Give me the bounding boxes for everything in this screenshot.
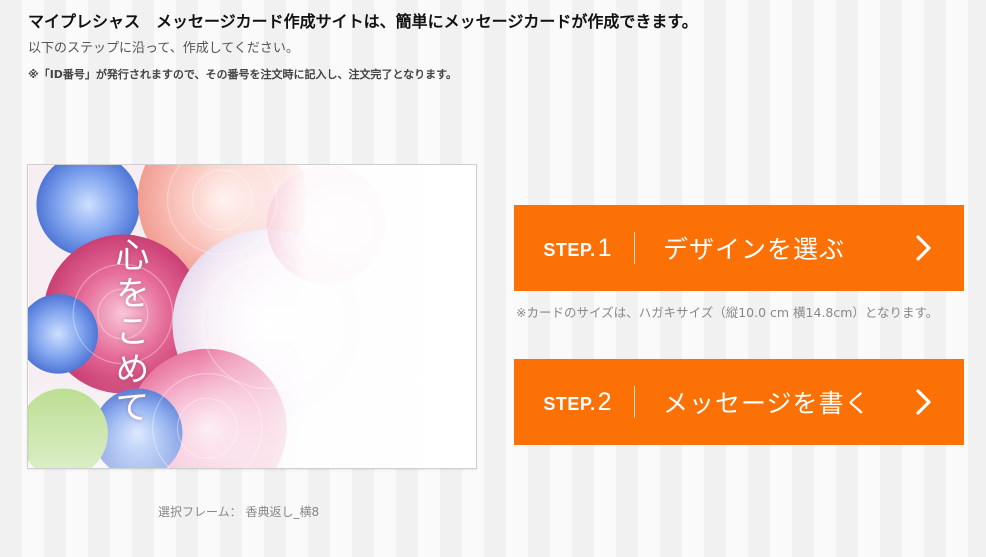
step-number: STEP.2: [514, 388, 634, 417]
page-headline: マイプレシャス メッセージカード作成サイトは、簡単にメッセージカードが作成できま…: [28, 12, 698, 31]
page-subline: 以下のステップに沿って、作成してください。: [28, 41, 299, 56]
step-number: STEP.1: [514, 234, 634, 263]
step-prefix: STEP.: [543, 239, 596, 260]
step1-choose-design-button[interactable]: STEP.1 デザインを選ぶ: [514, 205, 964, 291]
chevron-right-icon: [902, 226, 946, 270]
card-calligraphy: 心をこめて: [109, 237, 149, 427]
step-prefix: STEP.: [543, 393, 596, 414]
step-label: デザインを選ぶ: [663, 235, 846, 264]
step-digit: 1: [597, 233, 612, 262]
card-size-note: ※カードのサイズは、ハガキサイズ（縦10.0 cm 横14.8cm）となります。: [516, 305, 939, 320]
floral-card-image: [28, 165, 476, 468]
selected-frame-label: 選択フレーム： 香典返し_横8: [158, 505, 320, 519]
chevron-right-icon: [902, 380, 946, 424]
card-preview: 心をこめて: [27, 164, 477, 469]
step-digit: 2: [597, 387, 612, 416]
step-label: メッセージを書く: [663, 389, 871, 418]
id-number-note: ※「ID番号」が発行されますので、その番号を注文時に記入し、注文完了となります。: [28, 68, 458, 81]
step2-write-message-button[interactable]: STEP.2 メッセージを書く: [514, 359, 964, 445]
